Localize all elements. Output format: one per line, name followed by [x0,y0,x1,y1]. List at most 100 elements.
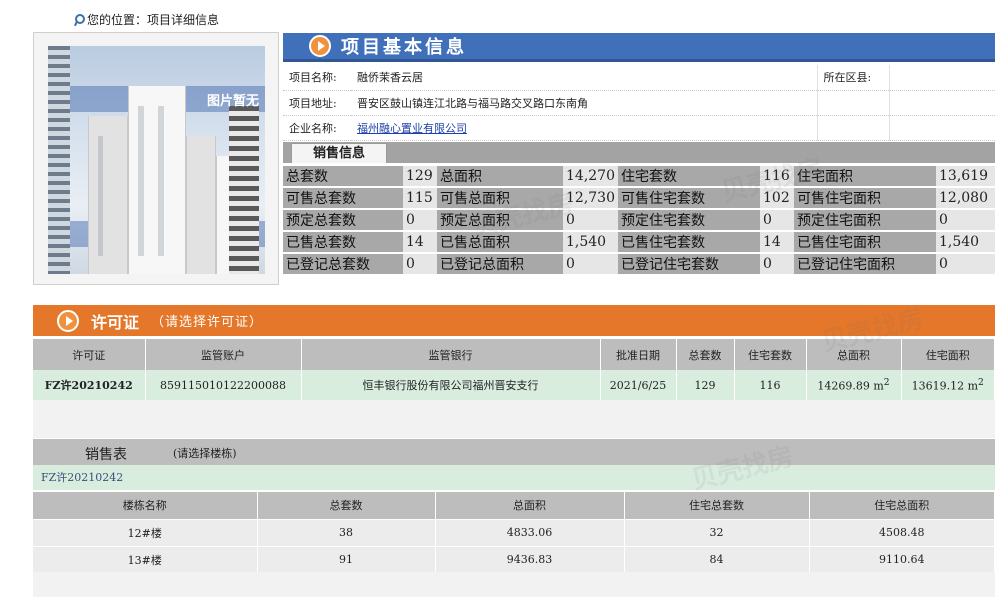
sales-info-label: 已登记总面积 [437,254,563,274]
building-units: 38 [257,518,436,546]
sales-info-value: 0 [403,210,437,230]
permit-blank-area [33,400,995,438]
sales-info-tabbar: 销售信息 [283,142,995,163]
building-row[interactable]: 13#楼 91 9436.83 84 9110.64 [33,545,995,573]
sales-info-value: 0 [403,254,437,274]
permit-res-units: 116 [734,370,807,400]
building-col-header: 住宅总套数 [624,492,810,519]
project-name-value: 融侨茉香云居 [351,65,817,91]
basic-info-header: 项目基本信息 [283,33,995,62]
building-units: 91 [257,545,436,573]
sales-info-grid: 总套数 129 总面积 14,270 住宅套数 116 住宅面积 13,619 可售总套数 115… [283,164,995,276]
sales-info-label: 总面积 [437,166,563,186]
sales-info-label: 已售住宅套数 [618,232,760,252]
sales-info-label: 可售总面积 [437,188,563,208]
sales-info-row: 可售总套数 115 可售总面积 12,730 可售住宅套数 102 可售住宅面积 12,080 [283,188,995,208]
building-res-units: 32 [624,518,810,546]
project-photo-frame: 图片暂无 [33,32,279,285]
permit-col-header: 批准日期 [600,339,677,370]
address-label: 项目地址: [283,90,351,116]
breadcrumb-text: 您的位置：项目详细信息 [87,13,220,27]
district-value [888,65,995,91]
sales-info-value: 14 [760,232,794,252]
building-col-header: 总面积 [435,492,625,519]
sales-table-header: 销售表 (请选择楼栋) [33,439,995,465]
permit-bank: 恒丰银行股份有限公司福州晋安支行 [301,370,601,400]
sales-info-value: 14 [403,232,437,252]
building-area: 4833.06 [435,518,625,546]
permit-no[interactable]: FZ许20210242 [33,370,146,400]
building-res-area: 4508.48 [809,518,995,546]
sales-info-value: 0 [563,210,618,230]
sales-info-value: 0 [760,254,794,274]
sales-info-row: 已登记总套数 0 已登记总面积 0 已登记住宅套数 0 已登记住宅面积 0 [283,254,995,274]
sales-info-label: 住宅套数 [618,166,760,186]
permit-col-header: 许可证 [33,339,146,370]
sales-info-label: 住宅面积 [794,166,936,186]
permit-total-units: 129 [676,370,735,400]
permit-col-header: 总面积 [806,339,902,370]
permit-col-header: 住宅套数 [734,339,807,370]
sales-info-label: 预定住宅面积 [794,210,936,230]
sales-info-value: 0 [563,254,618,274]
sales-table-title: 销售表 [85,447,127,463]
sales-info-value: 1,540 [936,232,995,252]
breadcrumb: 您的位置：项目详细信息 [72,11,219,28]
permit-account: 859115010122200088 [145,370,302,400]
sales-info-label: 已售住宅面积 [794,232,936,252]
project-photo: 图片暂无 [48,46,265,274]
sales-info-value: 115 [403,188,437,208]
permit-title: 许可证 [91,312,140,332]
building-col-header: 住宅总面积 [809,492,995,519]
permit-header: 许可证 （请选择许可证） [33,305,995,336]
basic-info-table: 项目名称: 融侨茉香云居 所在区县: 项目地址: 晋安区鼓山镇连江北路与福马路交… [283,65,995,141]
sales-info-label: 已登记住宅面积 [794,254,936,274]
permit-row[interactable]: FZ许20210242 859115010122200088 恒丰银行股份有限公… [33,370,995,400]
selected-permit-no[interactable]: FZ许20210242 [33,465,995,490]
building-row[interactable]: 12#楼 38 4833.06 32 4508.48 [33,518,995,546]
play-circle-icon [309,35,331,57]
sales-info-value: 12,730 [563,188,618,208]
sales-info-value: 13,619 [936,166,995,186]
sales-info-row: 已售总套数 14 已售总面积 1,540 已售住宅套数 14 已售住宅面积 1,540 [283,232,995,252]
sales-info-label: 预定住宅套数 [618,210,760,230]
building-res-units: 84 [624,545,810,573]
location-pin-icon [72,13,85,26]
building-name[interactable]: 12#楼 [33,518,258,546]
sales-info-value: 102 [760,188,794,208]
permit-total-area: 14269.89 m2 [806,370,902,400]
sales-info-label: 可售总套数 [283,188,403,208]
no-image-label: 图片暂无 [206,94,259,109]
sales-info-value: 1,540 [563,232,618,252]
company-link[interactable]: 福州融心置业有限公司 [357,122,467,135]
permit-table: 许可证 监管账户 监管银行 批准日期 总套数 住宅套数 总面积 住宅面积 FZ许… [33,339,995,400]
sales-info-label: 可售住宅套数 [618,188,760,208]
play-circle-icon [57,309,79,332]
sales-info-label: 已登记总套数 [283,254,403,274]
sales-info-value: 0 [936,210,995,230]
sales-info-label: 预定总套数 [283,210,403,230]
permit-col-header: 监管银行 [301,339,601,370]
sales-info-value: 0 [936,254,995,274]
sales-info-label: 总套数 [283,166,403,186]
building-name[interactable]: 13#楼 [33,545,258,573]
sales-info-row: 总套数 129 总面积 14,270 住宅套数 116 住宅面积 13,619 [283,166,995,186]
permit-res-area: 13619.12 m2 [901,370,995,400]
permit-subtitle: （请选择许可证） [151,315,264,330]
building-res-area: 9110.64 [809,545,995,573]
building-col-header: 楼栋名称 [33,492,258,519]
company-label: 企业名称: [283,115,351,141]
sales-info-label: 已售总面积 [437,232,563,252]
sales-info-label: 已登记住宅套数 [618,254,760,274]
basic-info-title: 项目基本信息 [341,37,467,58]
project-name-label: 项目名称: [283,65,351,91]
building-blank-area [33,572,995,597]
sales-info-value: 116 [760,166,794,186]
tab-sales-info[interactable]: 销售信息 [291,143,387,163]
sales-info-row: 预定总套数 0 预定总面积 0 预定住宅套数 0 预定住宅面积 0 [283,210,995,230]
sales-info-value: 14,270 [563,166,618,186]
building-table: 楼栋名称 总套数 总面积 住宅总套数 住宅总面积 12#楼 38 4833.06… [33,492,995,573]
address-value: 晋安区鼓山镇连江北路与福马路交叉路口东南角 [351,90,817,116]
building-area: 9436.83 [435,545,625,573]
sales-info-value: 129 [403,166,437,186]
